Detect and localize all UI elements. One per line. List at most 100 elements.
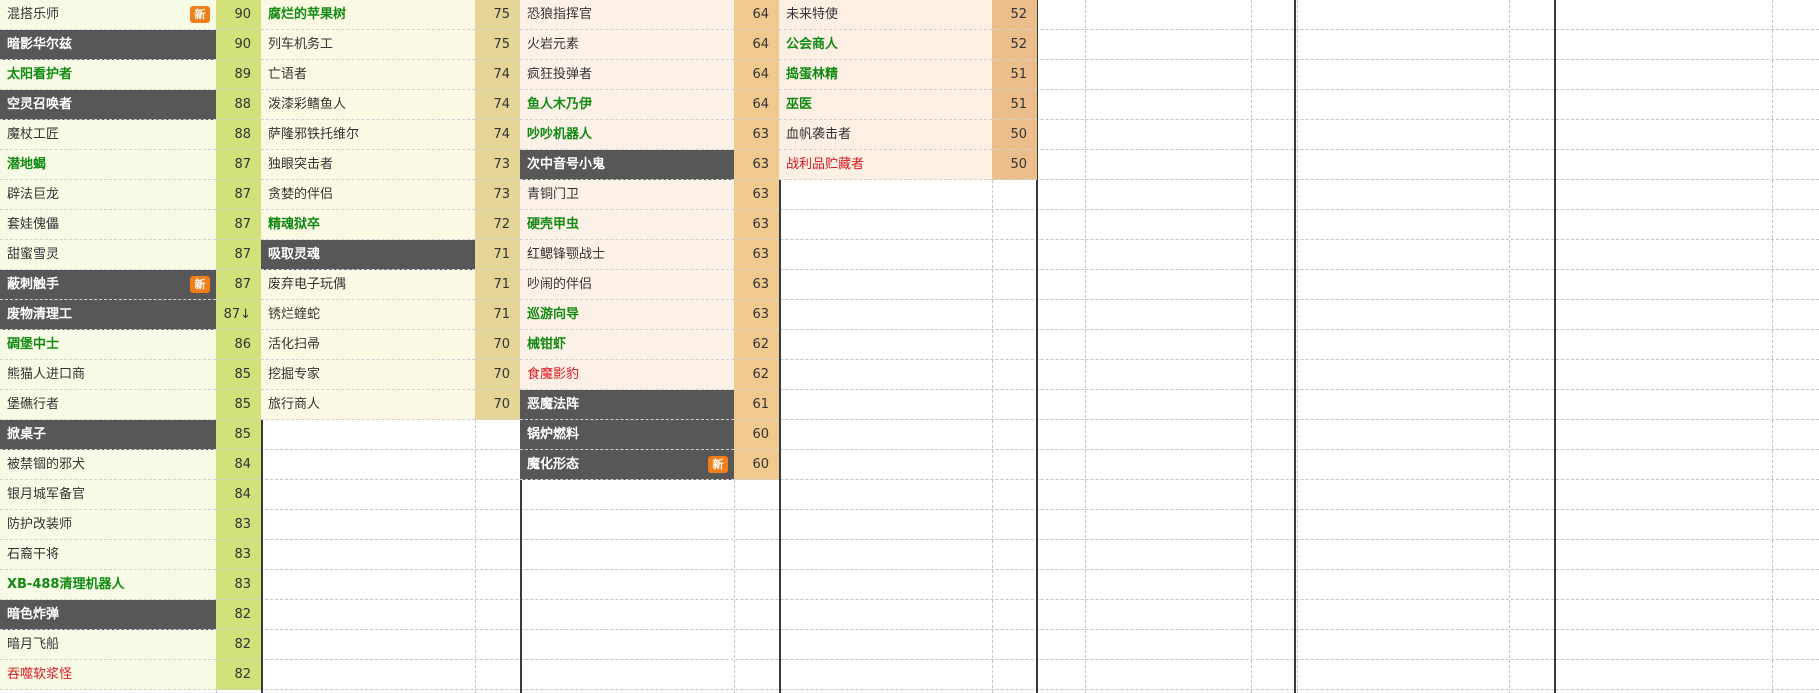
card-score-cell[interactable]: 50 [992, 150, 1037, 180]
card-name-cell[interactable]: 捣蛋林精 [779, 60, 992, 90]
card-score-cell[interactable]: 85 [216, 420, 261, 450]
card-score-cell[interactable]: 87 [216, 240, 261, 270]
card-name-cell[interactable]: 青铜门卫 [520, 180, 734, 210]
card-name-cell[interactable]: 挖掘专家 [261, 360, 475, 390]
card-score-cell[interactable]: 63 [734, 300, 779, 330]
card-score-cell[interactable]: 52 [992, 30, 1037, 60]
card-score-cell[interactable]: 70 [475, 330, 520, 360]
card-score-cell[interactable]: 71 [475, 270, 520, 300]
card-name-cell[interactable]: 泼漆彩鳍鱼人 [261, 90, 475, 120]
card-score-cell[interactable]: 70 [475, 390, 520, 420]
card-score-cell[interactable]: 86 [216, 330, 261, 360]
card-score-cell[interactable]: 64 [734, 30, 779, 60]
card-name-cell[interactable]: XB-488清理机器人 [0, 570, 216, 600]
card-score-cell[interactable]: 89 [216, 60, 261, 90]
card-name-cell[interactable]: 战利品贮藏者 [779, 150, 992, 180]
card-name-cell[interactable]: 暗色炸弹 [0, 600, 216, 630]
card-name-cell[interactable]: 腐烂的苹果树 [261, 0, 475, 30]
card-name-cell[interactable]: 红鳃锋颚战士 [520, 240, 734, 270]
card-score-cell[interactable]: 72 [475, 210, 520, 240]
card-score-cell[interactable]: 75 [475, 30, 520, 60]
card-name-cell[interactable]: 锈烂蝰蛇 [261, 300, 475, 330]
card-name-cell[interactable]: 未来特使 [779, 0, 992, 30]
card-name-cell[interactable]: 掀桌子 [0, 420, 216, 450]
card-score-cell[interactable]: 90 [216, 0, 261, 30]
card-name-cell[interactable]: 吸取灵魂 [261, 240, 475, 270]
card-score-cell[interactable]: 82 [216, 600, 261, 630]
card-name-cell[interactable]: 次中音号小鬼 [520, 150, 734, 180]
card-score-cell[interactable]: 64 [734, 90, 779, 120]
card-score-cell[interactable]: 61 [734, 390, 779, 420]
card-name-cell[interactable]: 贪婪的伴侣 [261, 180, 475, 210]
card-name-cell[interactable]: 血帆袭击者 [779, 120, 992, 150]
card-name-cell[interactable]: 魔化形态新 [520, 450, 734, 480]
card-score-cell[interactable]: 63 [734, 180, 779, 210]
card-score-cell[interactable]: 84 [216, 450, 261, 480]
card-name-cell[interactable]: 吵吵机器人 [520, 120, 734, 150]
card-name-cell[interactable]: 巡游向导 [520, 300, 734, 330]
card-score-cell[interactable]: 63 [734, 150, 779, 180]
card-name-cell[interactable]: 空灵召唤者 [0, 90, 216, 120]
card-score-cell[interactable]: 62 [734, 330, 779, 360]
card-name-cell[interactable]: 恐狼指挥官 [520, 0, 734, 30]
card-score-cell[interactable]: 63 [734, 210, 779, 240]
card-name-cell[interactable]: 堡礁行者 [0, 390, 216, 420]
card-name-cell[interactable]: 太阳看护者 [0, 60, 216, 90]
card-name-cell[interactable]: 套娃傀儡 [0, 210, 216, 240]
card-score-cell[interactable]: 87 [216, 150, 261, 180]
card-score-cell[interactable]: 51 [992, 60, 1037, 90]
card-score-cell[interactable]: 87 [216, 270, 261, 300]
card-name-cell[interactable]: 吞噬软浆怪 [0, 660, 216, 690]
card-name-cell[interactable]: 疯狂投弹者 [520, 60, 734, 90]
card-score-cell[interactable]: 83 [216, 510, 261, 540]
card-score-cell[interactable]: 50 [992, 120, 1037, 150]
card-name-cell[interactable]: 蔽刺触手新 [0, 270, 216, 300]
card-score-cell[interactable]: 64 [734, 0, 779, 30]
card-score-cell[interactable]: 60 [734, 420, 779, 450]
card-score-cell[interactable]: 83 [216, 540, 261, 570]
card-score-cell[interactable]: 62 [734, 360, 779, 390]
card-score-cell[interactable]: 74 [475, 90, 520, 120]
card-score-cell[interactable]: 87 [216, 210, 261, 240]
card-name-cell[interactable]: 石裔干将 [0, 540, 216, 570]
card-name-cell[interactable]: 火岩元素 [520, 30, 734, 60]
card-score-cell[interactable]: 88 [216, 90, 261, 120]
card-score-cell[interactable]: 73 [475, 150, 520, 180]
card-name-cell[interactable]: 锅炉燃料 [520, 420, 734, 450]
card-name-cell[interactable]: 食魔影豹 [520, 360, 734, 390]
card-name-cell[interactable]: 熊猫人进口商 [0, 360, 216, 390]
card-score-cell[interactable]: 74 [475, 60, 520, 90]
card-name-cell[interactable]: 防护改装师 [0, 510, 216, 540]
card-score-cell[interactable]: 90 [216, 30, 261, 60]
card-score-cell[interactable]: 83 [216, 570, 261, 600]
card-score-cell[interactable]: 70 [475, 360, 520, 390]
card-name-cell[interactable]: 精魂狱卒 [261, 210, 475, 240]
card-score-cell[interactable]: 71 [475, 240, 520, 270]
card-name-cell[interactable]: 活化扫帚 [261, 330, 475, 360]
card-name-cell[interactable]: 暗影华尔兹 [0, 30, 216, 60]
card-name-cell[interactable]: 潜地蝎 [0, 150, 216, 180]
card-name-cell[interactable]: 巫医 [779, 90, 992, 120]
card-score-cell[interactable]: 73 [475, 180, 520, 210]
card-name-cell[interactable]: 银月城军备官 [0, 480, 216, 510]
card-score-cell[interactable]: 88 [216, 120, 261, 150]
card-score-cell[interactable]: 87 [216, 180, 261, 210]
card-name-cell[interactable]: 列车机务工 [261, 30, 475, 60]
card-score-cell[interactable]: 85 [216, 360, 261, 390]
card-name-cell[interactable]: 碉堡中士 [0, 330, 216, 360]
card-name-cell[interactable]: 暗月飞船 [0, 630, 216, 660]
card-name-cell[interactable]: 械钳虾 [520, 330, 734, 360]
card-name-cell[interactable]: 独眼突击者 [261, 150, 475, 180]
card-score-cell[interactable]: 63 [734, 270, 779, 300]
card-name-cell[interactable]: 萨隆邪铁托维尔 [261, 120, 475, 150]
card-name-cell[interactable]: 吵闹的伴侣 [520, 270, 734, 300]
card-score-cell[interactable]: 51 [992, 90, 1037, 120]
card-score-cell[interactable]: 63 [734, 240, 779, 270]
card-name-cell[interactable]: 废物清理工 [0, 300, 216, 330]
card-name-cell[interactable]: 辟法巨龙 [0, 180, 216, 210]
card-score-cell[interactable]: 60 [734, 450, 779, 480]
card-score-cell[interactable]: 82 [216, 630, 261, 660]
card-score-cell[interactable]: 82 [216, 660, 261, 690]
card-score-cell[interactable]: 75 [475, 0, 520, 30]
card-score-cell[interactable]: 84 [216, 480, 261, 510]
